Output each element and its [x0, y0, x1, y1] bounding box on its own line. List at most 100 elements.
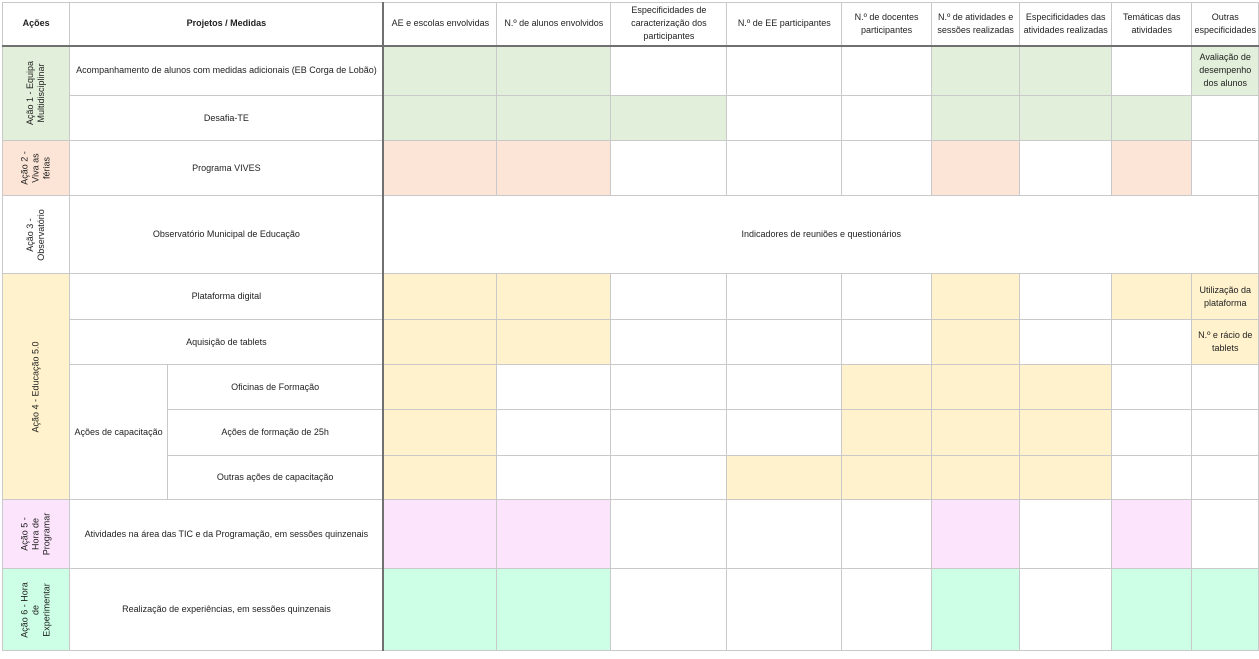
acao-label: Ação 3 - Observatório — [25, 208, 47, 261]
indicator-cell-num-docentes — [841, 45, 932, 96]
table-row: Aquisição de tablets N.º e rácio de table… — [3, 319, 1259, 365]
indicator-cell-num-alunos — [496, 568, 612, 651]
indicator-cell-num-alunos — [496, 364, 612, 410]
header-col-num-docentes: N.º de docentes participantes — [841, 2, 932, 47]
indicator-cell-especificidades-atividades — [1019, 140, 1112, 196]
indicator-cell-num-ee — [726, 364, 843, 410]
header-col-outras: Outras especificidades — [1191, 2, 1259, 47]
indicator-cell-num-alunos — [496, 499, 612, 569]
indicator-cell-especificidades-atividades — [1019, 568, 1112, 651]
indicator-cell-num-docentes — [841, 95, 932, 141]
table-row: Ações de formação de 25h — [3, 409, 1259, 456]
indicator-cell-outras: Avaliação de desempenho dos alunos — [1191, 45, 1259, 96]
project-label: Oficinas de Formação — [166, 364, 385, 410]
indicator-cell-especificidades-atividades — [1019, 95, 1112, 141]
header-col-tematicas: Temáticas das atividades — [1110, 2, 1193, 47]
project-group-label: Ações de capacitação — [69, 364, 168, 500]
header-row: Ações Projetos / Medidas AE e escolas en… — [1, 2, 1259, 47]
indicator-cell-tematicas — [1110, 45, 1193, 96]
indicator-cell-ae-escolas — [382, 95, 498, 141]
table-row: Ação 4 - Educação 5.0 Plataforma digital U… — [1, 273, 1259, 500]
header-col-especificidades-atividades: Especificidades das atividades realizada… — [1019, 2, 1112, 47]
project-label: Atividades na área das TIC e da Programa… — [69, 499, 385, 569]
indicator-cell-num-alunos — [496, 319, 612, 365]
indicator-cell-num-ee — [726, 409, 843, 456]
indicator-cell-num-docentes — [841, 568, 932, 651]
indicator-cell-especificidades-participantes — [610, 319, 728, 365]
indicator-cell-ae-escolas — [382, 364, 498, 410]
indicator-cell-num-atividades — [930, 273, 1021, 320]
indicator-cell-num-ee — [726, 455, 843, 500]
acao-label: Ação 1 - Equipa Multidisciplinar — [25, 61, 47, 126]
indicator-cell-num-atividades — [930, 319, 1021, 365]
project-label: Ações de formação de 25h — [166, 409, 385, 456]
table-row: Ação 1 - Equipa Multidisciplinar Acompanh… — [1, 45, 1259, 141]
indicator-cell-tematicas — [1110, 568, 1193, 651]
indicator-cell-num-alunos — [496, 95, 612, 141]
indicator-cell-num-atividades — [930, 45, 1021, 96]
project-label: Outras ações de capacitação — [166, 455, 385, 500]
indicator-cell-tematicas — [1110, 409, 1193, 456]
project-label: Aquisição de tablets — [69, 319, 385, 365]
project-label: Observatório Municipal de Educação — [69, 195, 385, 274]
indicator-cell-num-docentes — [841, 499, 932, 569]
project-label: Plataforma digital — [69, 273, 385, 320]
header-col-num-ee: N.º de EE participantes — [726, 2, 843, 47]
indicators-span-cell: Indicadores de reuniões e questionários — [382, 195, 1259, 274]
acao-label: Ação 6 - Hora de Experimentar — [19, 581, 52, 638]
indicator-cell-outras — [1191, 364, 1259, 410]
indicator-cell-num-alunos — [496, 409, 612, 456]
header-col-num-atividades: N.º de atividades e sessões realizadas — [930, 2, 1021, 47]
acao-label: Ação 2 - Viva as férias — [19, 151, 52, 185]
indicator-cell-especificidades-atividades — [1019, 45, 1112, 96]
indicator-cell-ae-escolas — [382, 319, 498, 365]
indicator-cell-num-atividades — [930, 499, 1021, 569]
header-projetos: Projetos / Medidas — [69, 2, 385, 47]
indicator-cell-num-docentes — [841, 319, 932, 365]
indicator-cell-especificidades-participantes — [610, 364, 728, 410]
indicator-cell-ae-escolas — [382, 455, 498, 500]
indicator-cell-especificidades-participantes — [610, 95, 728, 141]
indicator-cell-tematicas — [1110, 273, 1193, 320]
indicator-cell-tematicas — [1110, 140, 1193, 196]
indicator-cell-num-atividades — [930, 364, 1021, 410]
indicator-cell-num-ee — [726, 499, 843, 569]
header-col-especificidades-participantes: Especificidades de caracterização dos pa… — [610, 2, 728, 47]
indicator-cell-ae-escolas — [382, 273, 498, 320]
indicator-cell-tematicas — [1110, 319, 1193, 365]
indicator-cell-outras: Utilização da plataforma — [1191, 273, 1259, 320]
acao-label: Ação 5 - Hora de Programar — [19, 512, 52, 556]
indicator-cell-especificidades-participantes — [610, 499, 728, 569]
acao-label: Ação 4 - Educação 5.0 — [30, 340, 41, 433]
indicator-cell-num-docentes — [841, 364, 932, 410]
indicator-cell-num-atividades — [930, 455, 1021, 500]
acao-label-cell: Ação 3 - Observatório — [1, 195, 71, 274]
table-row: Ação 3 - Observatório Observatório Munici… — [1, 195, 1259, 274]
indicator-cell-num-atividades — [930, 140, 1021, 196]
table-row: Outras ações de capacitação — [3, 455, 1259, 500]
indicators-matrix-table: Ações Projetos / Medidas AE e escolas en… — [1, 2, 1259, 651]
project-label: Realização de experiências, em sessões q… — [69, 568, 385, 651]
indicator-cell-num-docentes — [841, 273, 932, 320]
table-row: Ação 6 - Hora de Experimentar Realização … — [1, 568, 1259, 651]
indicator-cell-num-alunos — [496, 273, 612, 320]
table-row: Ação 5 - Hora de Programar Atividades na … — [1, 499, 1259, 569]
indicator-cell-ae-escolas — [382, 45, 498, 96]
indicator-cell-num-alunos — [496, 455, 612, 500]
table-row: Ações de capacitação Oficinas de Formação — [3, 364, 1259, 500]
indicator-cell-especificidades-atividades — [1019, 499, 1112, 569]
indicator-cell-tematicas — [1110, 499, 1193, 569]
acao-label-cell: Ação 6 - Hora de Experimentar — [1, 568, 71, 651]
indicator-cell-especificidades-participantes — [610, 568, 728, 651]
indicator-cell-num-docentes — [841, 140, 932, 196]
indicator-cell-num-docentes — [841, 455, 932, 500]
indicator-cell-especificidades-atividades — [1019, 364, 1112, 410]
table-row: Ação 2 - Viva as férias Programa VIVES — [1, 140, 1259, 196]
indicator-cell-outras — [1191, 499, 1259, 569]
indicator-cell-num-ee — [726, 140, 843, 196]
indicator-cell-num-ee — [726, 45, 843, 96]
header-acoes: Ações — [1, 2, 71, 47]
table-row: Desafia-TE — [3, 95, 1259, 141]
indicator-cell-num-docentes — [841, 409, 932, 456]
indicator-cell-num-ee — [726, 568, 843, 651]
